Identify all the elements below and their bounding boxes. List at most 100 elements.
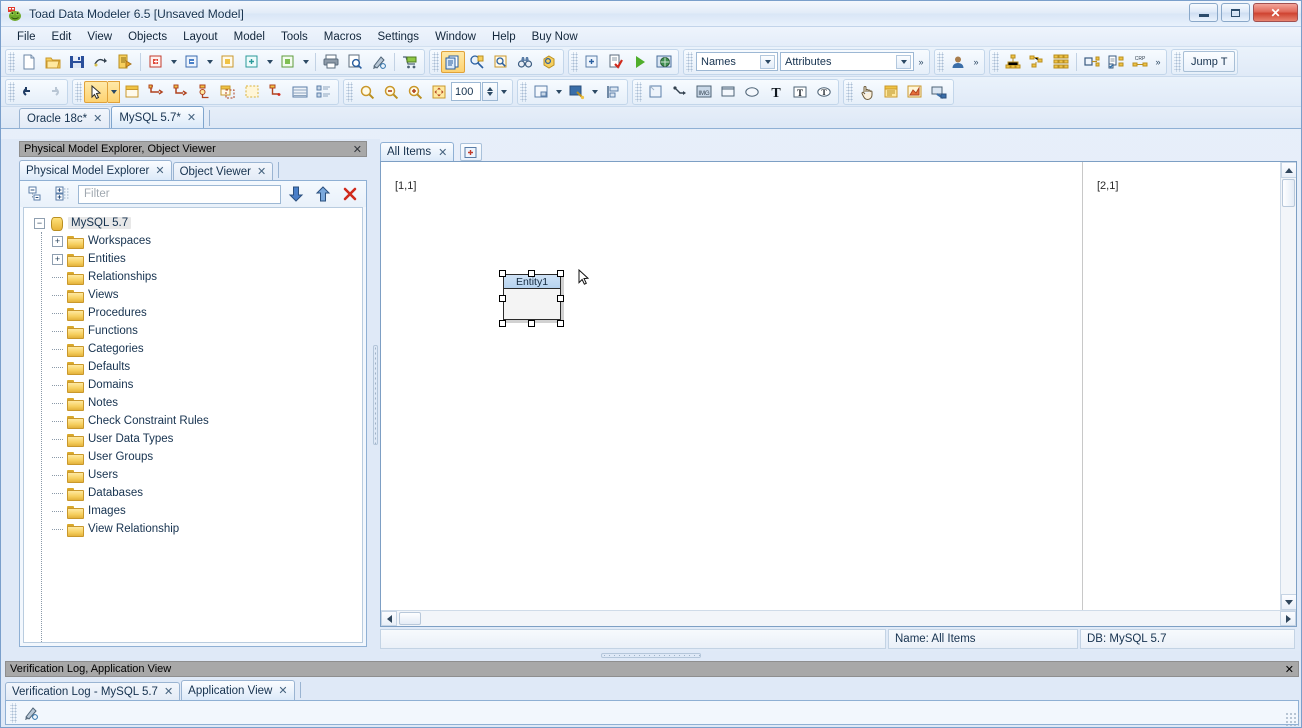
tree-node-check-constraint-rules[interactable]: Check Constraint Rules [30,412,362,430]
resize-handle-n[interactable] [528,270,535,277]
publish-web-button[interactable] [652,51,676,73]
model-export-button[interactable] [180,51,204,73]
tree-node-databases[interactable]: Databases [30,484,362,502]
fit-to-window-button[interactable] [427,81,451,103]
close-icon[interactable]: ✕ [353,143,362,156]
move-down-icon[interactable] [284,183,308,205]
menu-help[interactable]: Help [484,29,524,45]
toolbar-grip[interactable] [8,81,15,102]
tree-node-view-relationship[interactable]: View Relationship [30,520,362,538]
scroll-thumb-horizontal[interactable] [399,612,421,625]
menu-window[interactable]: Window [427,29,484,45]
select-tool-button[interactable] [84,80,108,103]
orthogonal-layout-icon[interactable] [1025,51,1049,73]
align-objects-button[interactable] [601,81,625,103]
new-table-tool-button[interactable] [288,81,312,103]
filter-input[interactable]: Filter [78,184,281,204]
zoom-in-button[interactable] [403,81,427,103]
toolbar-grip[interactable] [432,51,439,72]
model-explorer-toggle-button[interactable] [441,50,465,73]
toolbar-grip[interactable] [1174,51,1181,72]
tab-physical-model-explorer[interactable]: Physical Model Explorer ✕ [19,160,172,180]
clear-filter-icon[interactable] [338,183,362,205]
search-button[interactable] [489,51,513,73]
entity-entity1[interactable]: Entity1 [503,274,561,320]
tree-node-entities[interactable]: + Entities [30,250,362,268]
application-view-content[interactable] [5,700,1299,725]
workspace-tab-all-items[interactable]: All Items ✕ [380,142,455,161]
move-up-icon[interactable] [311,183,335,205]
toolbar-overflow-button[interactable]: » [1152,51,1164,73]
resize-handle-nw[interactable] [499,270,506,277]
menu-macros[interactable]: Macros [316,29,370,45]
grid-layout-icon[interactable] [1049,51,1073,73]
model-import-dropdown[interactable] [168,51,180,73]
redo-button[interactable] [41,81,65,103]
resize-handle-sw[interactable] [499,320,506,327]
zoom-level-spinner[interactable] [482,82,498,101]
close-icon[interactable]: ✕ [93,112,102,125]
zoom-presets-dropdown[interactable] [498,81,510,103]
open-model-button[interactable] [41,51,65,73]
resize-handle-se[interactable] [557,320,564,327]
zoom-level-input[interactable]: 100 [451,82,481,101]
scroll-thumb-vertical[interactable] [1282,179,1295,207]
toolbar-grip[interactable] [520,81,527,102]
erd-notation-icon[interactable]: CRP [1128,51,1152,73]
tree-node-user-data-types[interactable]: User Data Types [30,430,362,448]
print-preview-button[interactable] [343,51,367,73]
checkbox-display-icon[interactable] [1104,51,1128,73]
toolbar-overflow-button[interactable]: » [970,51,982,73]
zoom-tool-button[interactable] [355,81,379,103]
chevron-down-icon[interactable] [760,55,775,69]
report-button[interactable] [367,51,391,73]
entity-selection-group[interactable]: Entity1 [499,270,571,330]
collapse-all-icon[interactable] [24,183,48,205]
toolbar-overflow-button[interactable]: » [915,51,927,73]
new-view-tool-button[interactable] [216,81,240,103]
model-alter-button[interactable] [216,51,240,73]
tree-node-notes[interactable]: Notes [30,394,362,412]
tree-node-users[interactable]: Users [30,466,362,484]
model-import-button[interactable] [144,51,168,73]
insert-textbox-button[interactable]: T [788,81,812,103]
resize-handle-e[interactable] [557,295,564,302]
insert-callout-button[interactable]: T [812,81,836,103]
tree-expander[interactable]: + [52,235,63,247]
verify-model-button[interactable] [604,51,628,73]
tree-node-root[interactable]: − MySQL 5.7 [30,214,362,232]
settings-icon[interactable] [927,81,951,103]
workspace-properties-button[interactable] [879,81,903,103]
binoculars-find-icon[interactable] [513,51,537,73]
tree-node-relationships[interactable]: Relationships [30,268,362,286]
insert-ellipse-button[interactable] [740,81,764,103]
menu-file[interactable]: File [9,29,44,45]
toolbar-grip[interactable] [937,51,944,72]
generate-script-button[interactable] [113,51,137,73]
attributes-combo[interactable]: Attributes [780,52,914,71]
splitter-grip[interactable] [373,345,378,445]
add-workspace-button[interactable] [460,143,483,161]
new-inheritance-tool-button[interactable] [192,81,216,103]
model-compare-dropdown[interactable] [300,51,312,73]
tab-application-view[interactable]: Application View ✕ [181,680,295,700]
undo-button[interactable] [17,81,41,103]
menu-layout[interactable]: Layout [175,29,226,45]
insert-text-button[interactable]: T [764,81,788,103]
new-relationship-tool-button[interactable] [144,81,168,103]
hierarchic-layout-icon[interactable] [1001,51,1025,73]
minimize-button[interactable] [1189,3,1218,22]
user-account-icon[interactable] [946,51,970,73]
tree-node-images[interactable]: Images [30,502,362,520]
new-area-tool-button[interactable] [240,81,264,103]
menu-edit[interactable]: Edit [44,29,80,45]
toolbar-grip[interactable] [635,81,642,102]
print-button[interactable] [319,51,343,73]
close-icon[interactable]: ✕ [1285,663,1294,676]
new-entity-tool-button[interactable] [120,81,144,103]
new-line-button[interactable] [668,81,692,103]
tree-node-categories[interactable]: Categories [30,340,362,358]
canvas-vertical-scrollbar[interactable] [1280,162,1296,610]
menu-view[interactable]: View [79,29,120,45]
toolbar-grip[interactable] [346,81,353,102]
